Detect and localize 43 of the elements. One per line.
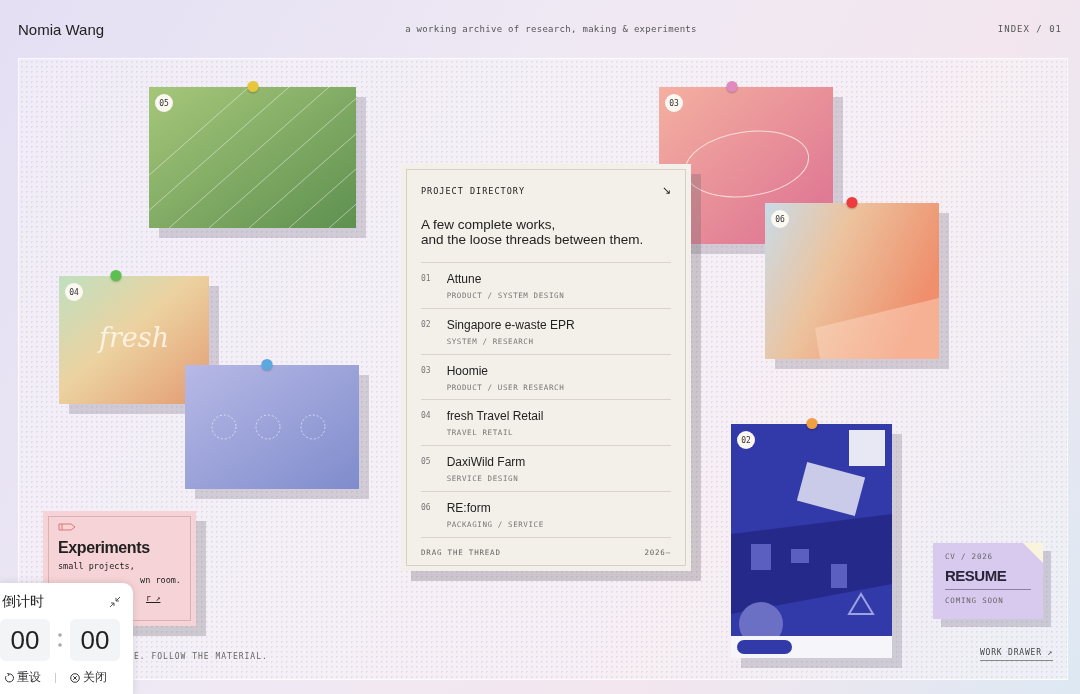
project-index: 04 <box>421 411 431 423</box>
folded-corner-icon <box>1023 543 1043 563</box>
project-index: 05 <box>421 457 431 469</box>
pencil-icon <box>58 523 76 531</box>
resume-title: RESUME <box>945 567 1031 590</box>
project-name: fresh Travel Retail <box>446 409 544 424</box>
work-drawer-link[interactable]: WORK DRAWER ↗ <box>980 648 1053 661</box>
site-name: Nomia Wang <box>18 20 105 38</box>
arrow-icon: ↘ <box>662 184 671 197</box>
experiments-title: Experiments <box>58 539 151 557</box>
experiments-text: wn room. <box>140 575 181 585</box>
project-name: RE:form <box>446 501 492 516</box>
pin <box>726 81 738 92</box>
pin <box>806 418 817 429</box>
page-index: INDEX / 01 <box>997 24 1062 34</box>
project-index: 06 <box>421 503 431 515</box>
card-art-text: fresh <box>96 322 171 353</box>
pin <box>110 270 122 281</box>
minutes-display: 00 <box>0 619 50 661</box>
colon-icon <box>58 632 62 648</box>
reset-button[interactable]: 重设 <box>4 669 41 686</box>
project-name: Hoomie <box>446 363 489 378</box>
reset-icon <box>4 672 14 683</box>
pin <box>247 81 258 92</box>
project-index: 02 <box>421 319 431 331</box>
experiments-link[interactable]: r ↗ <box>146 594 161 603</box>
tagline: a working archive of research, making & experiments <box>405 24 697 34</box>
project-index: 03 <box>421 365 431 377</box>
pin <box>846 197 858 208</box>
close-icon <box>70 672 80 683</box>
directory-headline: A few complete works, and the loose threads between them. <box>421 217 645 247</box>
timer-title: 倒计时 <box>2 593 44 611</box>
experiments-text: small projects, <box>58 561 135 571</box>
project-index: 01 <box>421 274 431 285</box>
collapse-icon[interactable] <box>109 596 121 608</box>
footer-note: E. FOLLOW THE MATERIAL. <box>134 652 268 661</box>
project-name: DaxiWild Farm <box>446 455 526 470</box>
seconds-display: 00 <box>70 619 120 661</box>
close-button[interactable]: 关闭 <box>70 669 107 686</box>
directory-title: PROJECT DIRECTORY <box>421 185 525 196</box>
pin <box>261 359 273 370</box>
project-name: Attune <box>446 272 483 286</box>
project-name: Singapore e-waste EPR <box>446 317 575 332</box>
